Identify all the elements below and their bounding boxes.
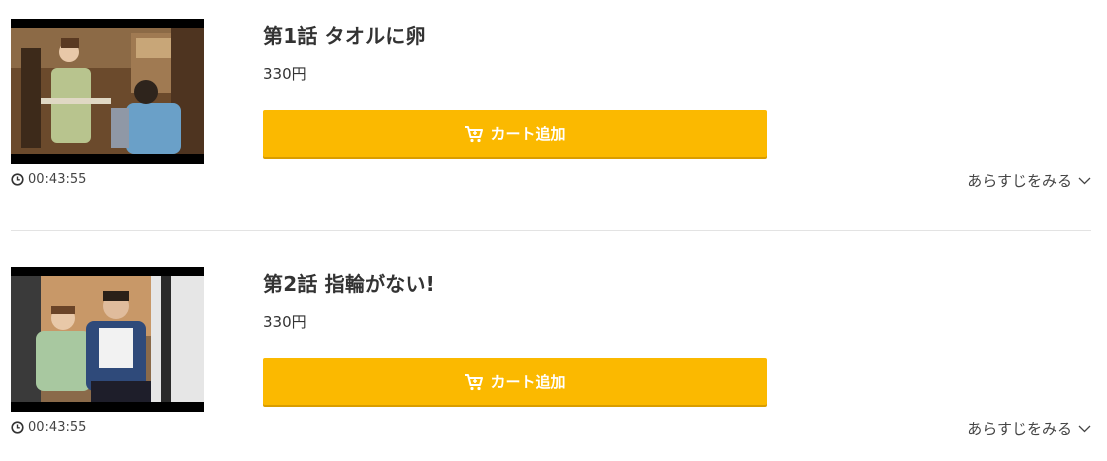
synopsis-label: あらすじをみる <box>967 420 1072 438</box>
cart-icon <box>465 125 484 142</box>
duration-text: 00:43:55 <box>28 420 87 435</box>
chevron-down-icon <box>1078 177 1091 184</box>
clock-icon <box>11 421 24 434</box>
add-to-cart-button[interactable]: カート追加 <box>263 358 767 405</box>
synopsis-toggle[interactable]: あらすじをみる <box>967 418 1091 439</box>
synopsis-label: あらすじをみる <box>967 172 1072 190</box>
cart-button-label: カート追加 <box>490 374 566 391</box>
divider <box>11 230 1091 231</box>
thumbnail-scene-couple <box>11 276 204 402</box>
episode-item-1: 00:43:55 第1話 タオルに卵 330円 カート追加 あらすじをみる <box>0 0 1107 231</box>
episode-price: 330円 <box>263 65 307 83</box>
chevron-down-icon <box>1078 425 1091 432</box>
clock-icon <box>11 173 24 186</box>
episode-thumbnail[interactable] <box>11 267 204 412</box>
duration-text: 00:43:55 <box>28 172 87 187</box>
cart-icon <box>465 373 484 390</box>
episode-title[interactable]: 第2話 指輪がない! <box>263 268 435 297</box>
episode-price: 330円 <box>263 313 307 331</box>
synopsis-toggle[interactable]: あらすじをみる <box>967 170 1091 191</box>
episode-title[interactable]: 第1話 タオルに卵 <box>263 20 426 49</box>
thumbnail-scene-kitchen <box>11 28 204 154</box>
duration: 00:43:55 <box>11 420 86 435</box>
episode-thumbnail[interactable] <box>11 19 204 164</box>
duration: 00:43:55 <box>11 172 86 187</box>
cart-button-label: カート追加 <box>490 126 566 143</box>
episode-item-2: 00:43:55 第2話 指輪がない! 330円 カート追加 あらすじをみる <box>0 248 1107 461</box>
add-to-cart-button[interactable]: カート追加 <box>263 110 767 157</box>
